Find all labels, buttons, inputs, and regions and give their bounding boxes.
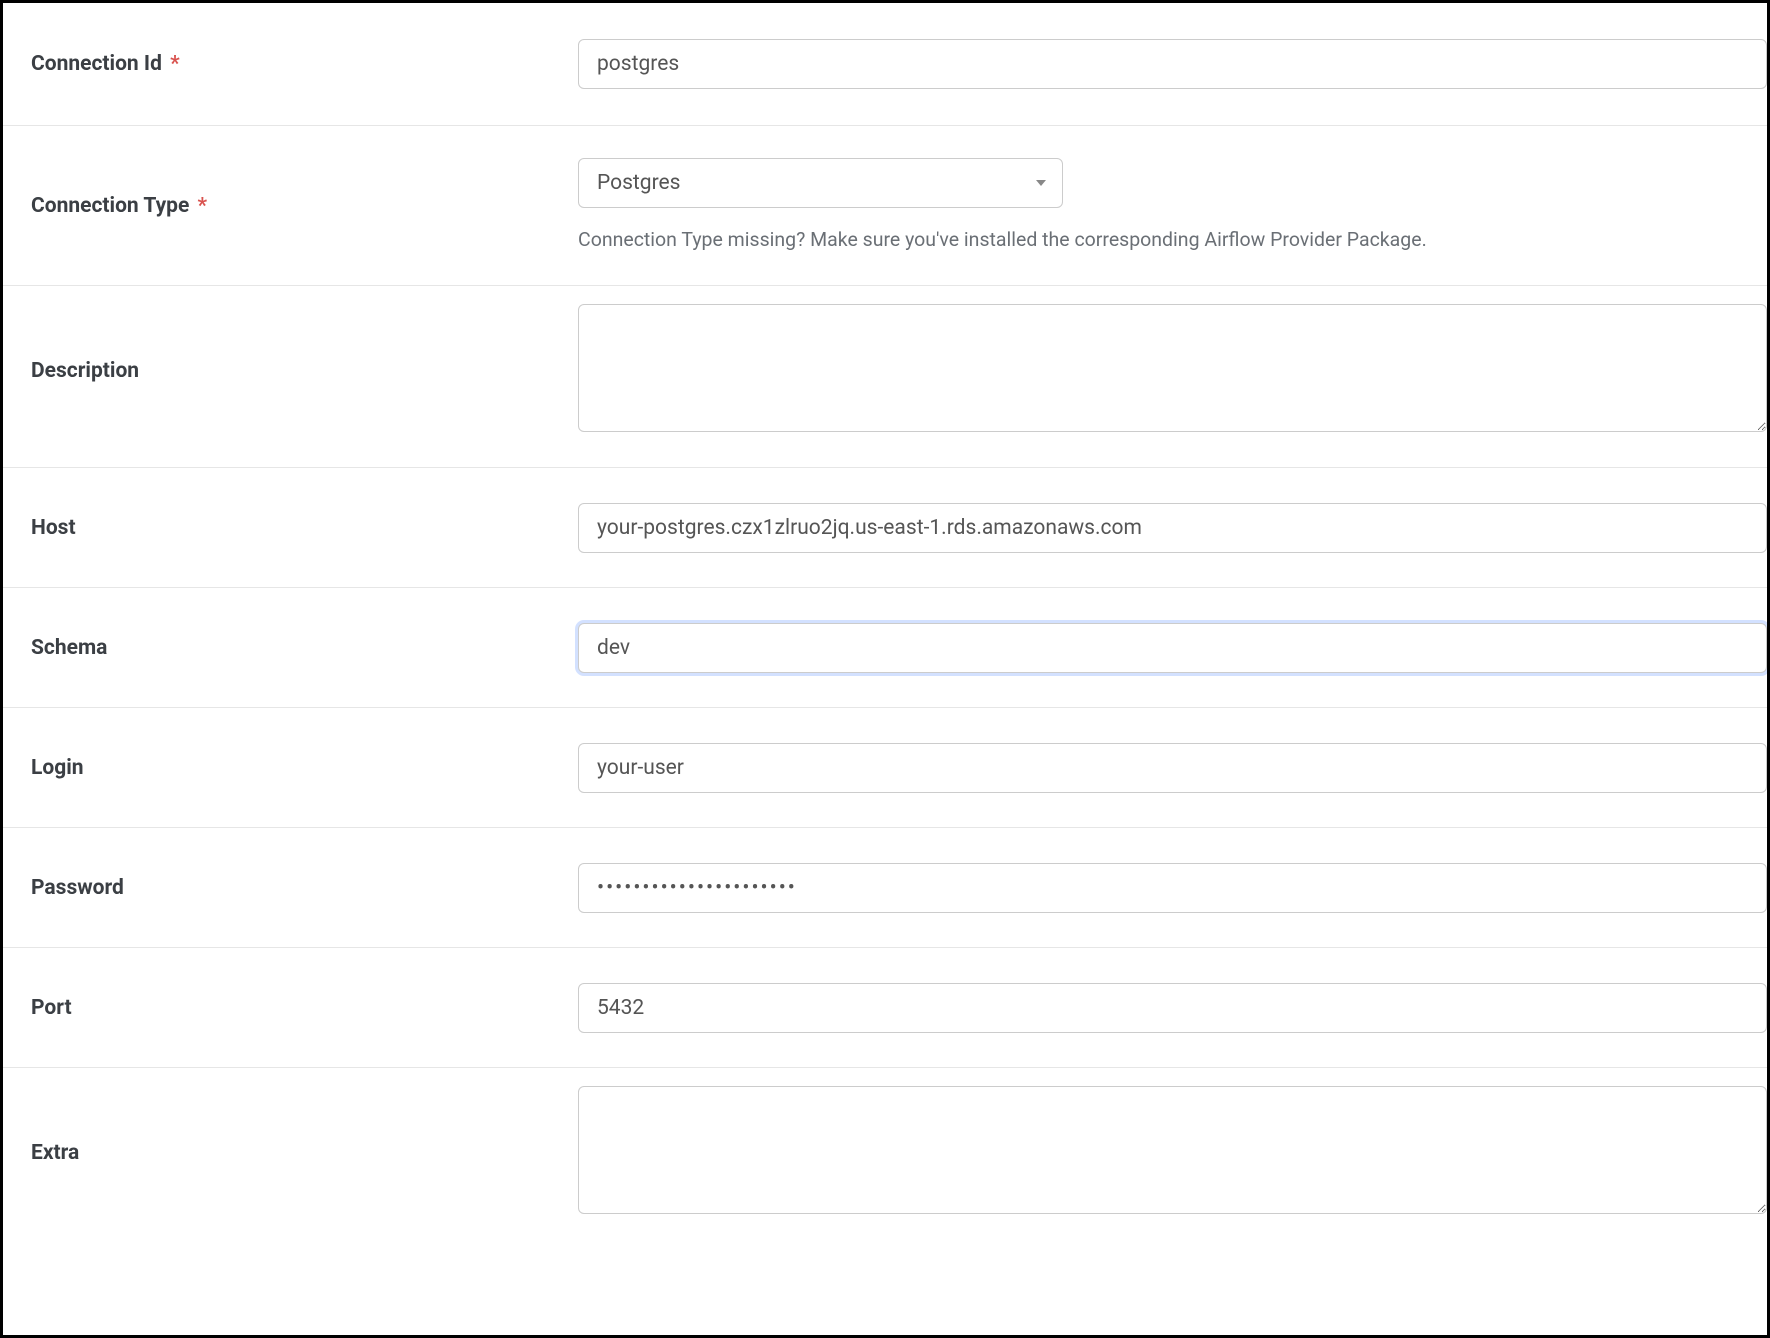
login-input[interactable] — [578, 743, 1767, 793]
field-login — [578, 743, 1767, 793]
field-connection-type: Postgres Connection Type missing? Make s… — [578, 158, 1767, 253]
row-password: Password — [3, 828, 1767, 948]
password-input[interactable] — [578, 863, 1767, 913]
row-schema: Schema — [3, 588, 1767, 708]
connection-type-help-text: Connection Type missing? Make sure you'v… — [578, 226, 1767, 253]
label-description: Description — [3, 359, 578, 383]
port-input[interactable] — [578, 983, 1767, 1033]
row-host: Host — [3, 468, 1767, 588]
label-connection-type: Connection Type * — [3, 194, 578, 218]
field-port — [578, 983, 1767, 1033]
description-textarea[interactable] — [578, 304, 1767, 432]
row-login: Login — [3, 708, 1767, 828]
connection-form: Connection Id * Connection Type * Postgr… — [0, 0, 1770, 1338]
label-connection-id: Connection Id * — [3, 52, 578, 76]
label-port: Port — [3, 996, 578, 1020]
label-host: Host — [3, 516, 578, 540]
connection-type-select[interactable]: Postgres — [578, 158, 1063, 208]
extra-textarea[interactable] — [578, 1086, 1767, 1214]
field-host — [578, 503, 1767, 553]
row-port: Port — [3, 948, 1767, 1068]
host-input[interactable] — [578, 503, 1767, 553]
label-password: Password — [3, 876, 578, 900]
field-schema — [578, 623, 1767, 673]
label-text-connection-type: Connection Type — [31, 194, 189, 218]
field-connection-id — [578, 39, 1767, 89]
row-description: Description — [3, 286, 1767, 468]
required-star-icon: * — [198, 194, 208, 218]
connection-id-input[interactable] — [578, 39, 1767, 89]
label-schema: Schema — [3, 636, 578, 660]
field-password — [578, 863, 1767, 913]
required-star-icon: * — [170, 52, 180, 76]
label-text-connection-id: Connection Id — [31, 52, 162, 76]
row-connection-id: Connection Id * — [3, 3, 1767, 126]
row-connection-type: Connection Type * Postgres Connection Ty… — [3, 126, 1767, 286]
field-description — [578, 304, 1767, 437]
label-login: Login — [3, 756, 578, 780]
label-extra: Extra — [3, 1141, 578, 1165]
schema-input[interactable] — [578, 623, 1767, 673]
connection-type-select-value: Postgres — [578, 158, 1063, 208]
field-extra — [578, 1086, 1767, 1219]
row-extra: Extra — [3, 1068, 1767, 1237]
